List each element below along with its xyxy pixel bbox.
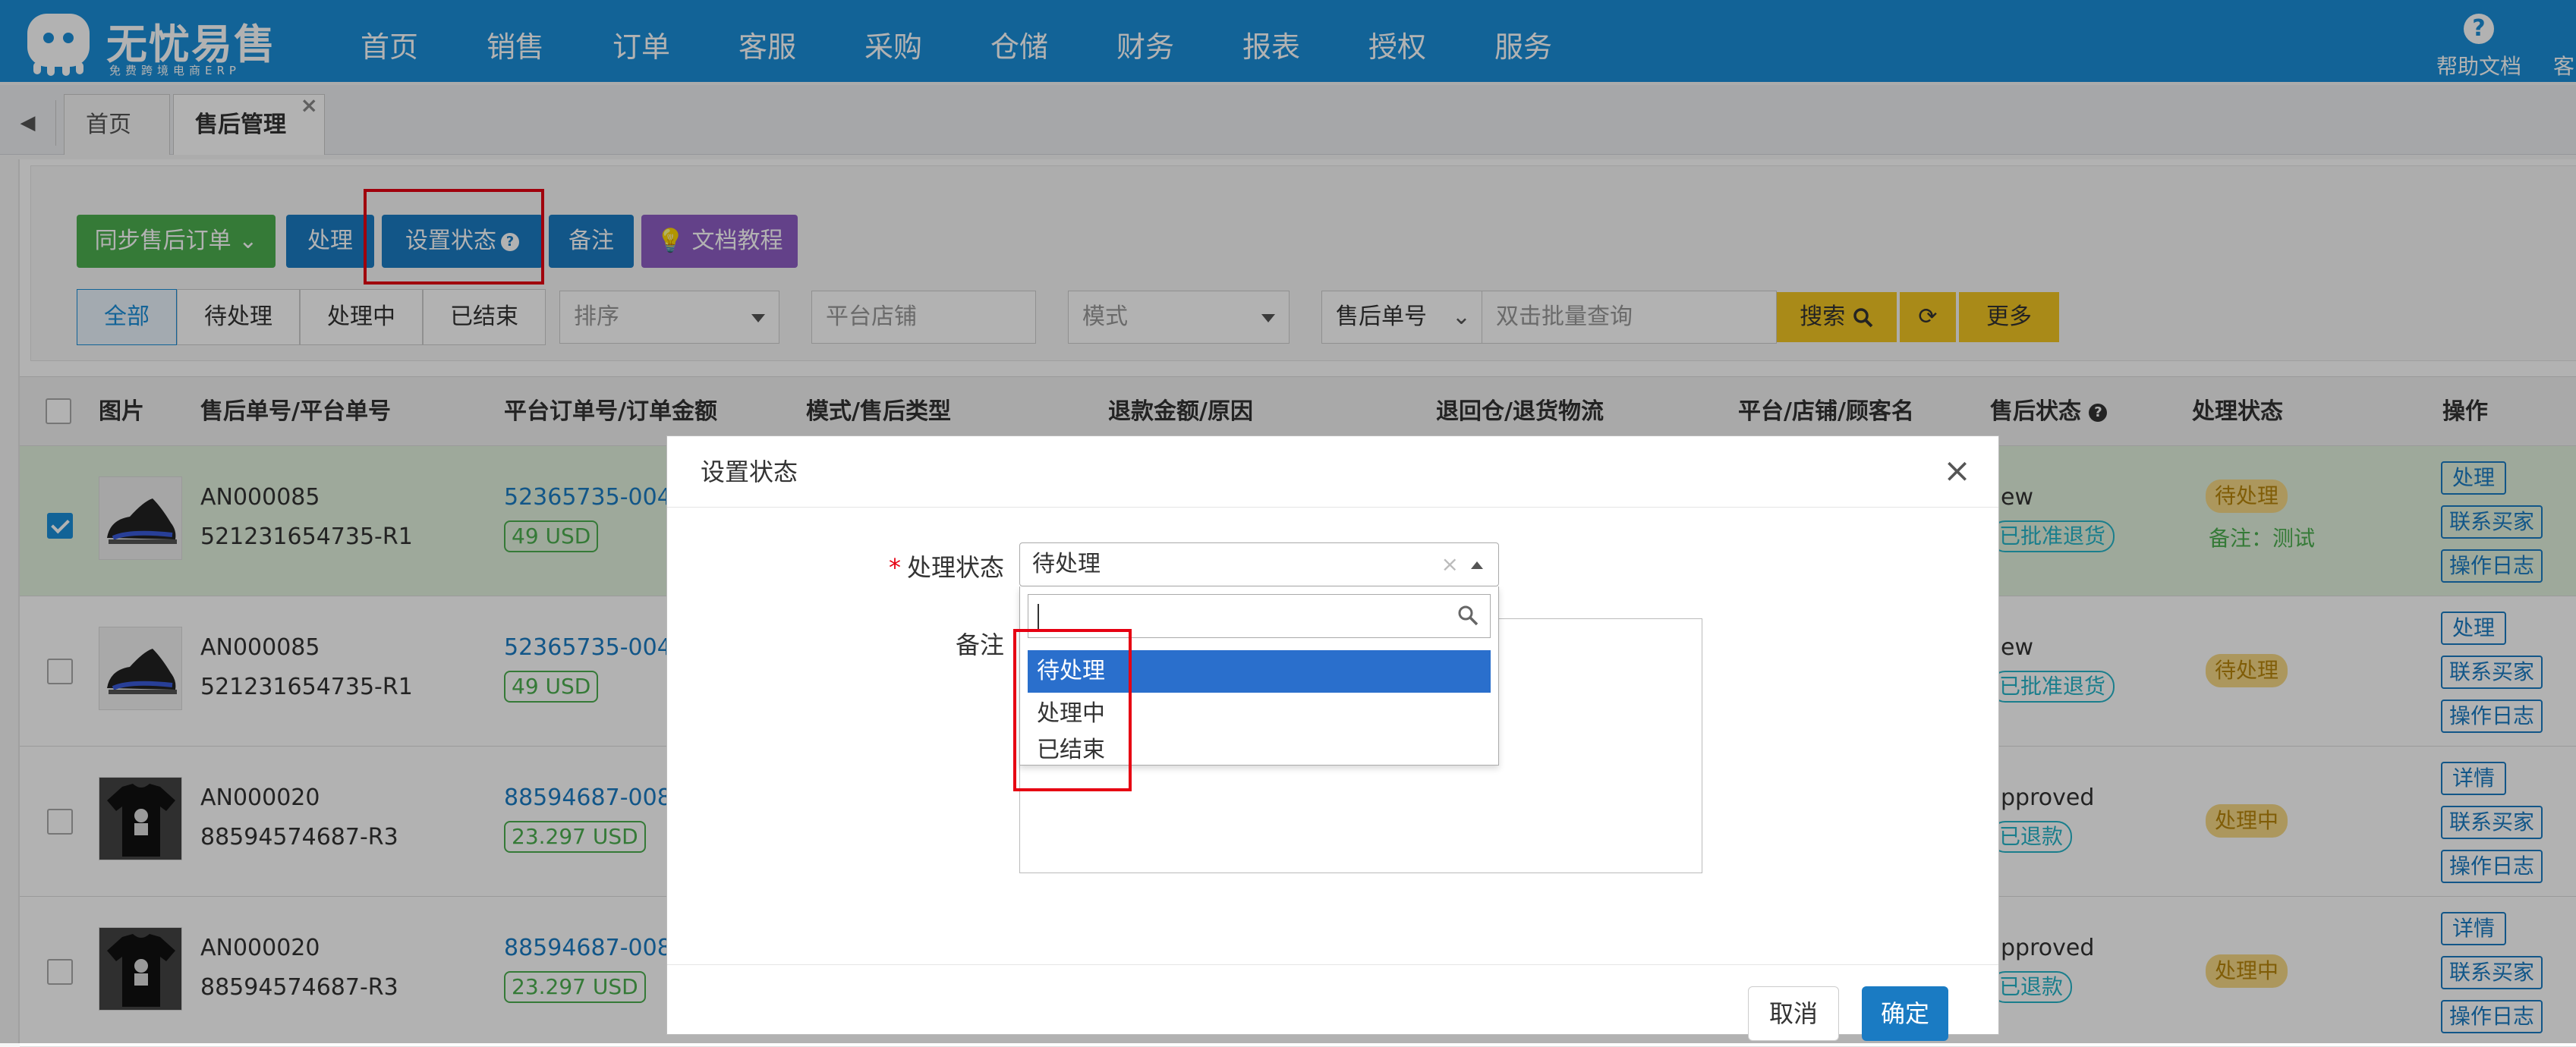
dialog-header: 设置状态 × <box>667 436 1998 508</box>
clear-icon[interactable]: × <box>1441 543 1459 586</box>
options-highlight-box <box>1013 629 1132 791</box>
note-field-label: 备注 <box>955 630 1004 659</box>
dialog-title: 设置状态 <box>701 457 798 486</box>
status-select-value: 待处理 <box>1032 551 1101 577</box>
status-select[interactable]: 待处理 × <box>1019 542 1499 586</box>
confirm-button[interactable]: 确定 <box>1862 986 1948 1041</box>
caret-up-icon <box>1471 561 1483 569</box>
close-icon[interactable]: × <box>1943 454 1971 488</box>
search-icon <box>1458 605 1479 626</box>
dialog-footer: 取消 确定 <box>667 964 1998 1041</box>
text-cursor <box>1038 604 1039 630</box>
set-status-dialog: 设置状态 × * 处理状态 待处理 × 备注 待处理 处理中 已结束 取消 确定 <box>666 435 1999 1041</box>
status-field-label: * 处理状态 <box>880 549 1004 583</box>
status-field-label-text: 处理状态 <box>906 553 1004 582</box>
cancel-button[interactable]: 取消 <box>1748 986 1839 1041</box>
required-asterisk: * <box>888 553 901 582</box>
